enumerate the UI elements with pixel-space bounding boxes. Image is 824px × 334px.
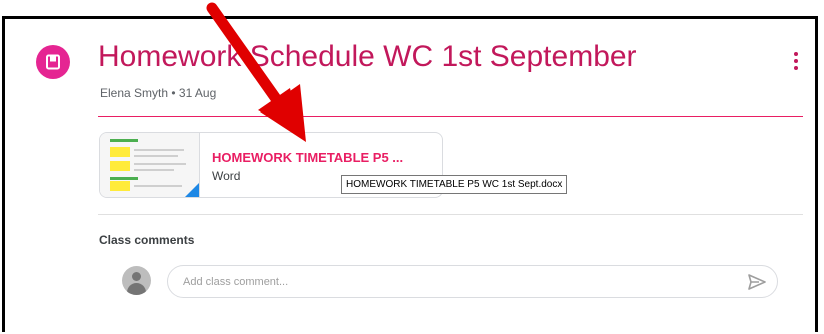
class-comment-input[interactable] bbox=[181, 274, 725, 289]
class-comment-box[interactable] bbox=[167, 265, 778, 298]
assignment-title: Homework Schedule WC 1st September bbox=[98, 40, 637, 73]
avatar bbox=[122, 266, 151, 295]
attachment-file-name[interactable]: HOMEWORK TIMETABLE P5 ... bbox=[212, 150, 403, 165]
class-comments-heading: Class comments bbox=[99, 233, 195, 247]
section-divider bbox=[98, 214, 803, 215]
title-divider bbox=[98, 116, 803, 117]
document-thumbnail bbox=[100, 133, 200, 197]
assignment-icon bbox=[36, 45, 70, 79]
attachment-file-type: Word bbox=[212, 169, 241, 183]
send-icon[interactable] bbox=[747, 273, 767, 291]
word-file-icon bbox=[185, 183, 199, 197]
assignment-meta: Elena Smyth • 31 Aug bbox=[100, 86, 217, 100]
more-options-icon[interactable] bbox=[787, 50, 805, 72]
file-name-tooltip: HOMEWORK TIMETABLE P5 WC 1st Sept.docx bbox=[341, 175, 568, 194]
